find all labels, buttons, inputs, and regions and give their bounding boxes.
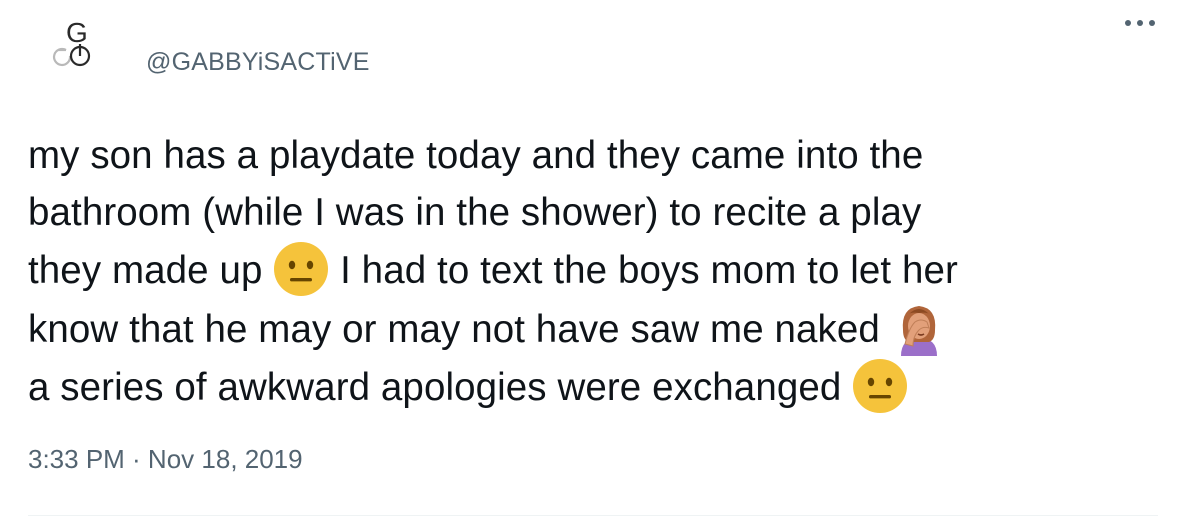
tweet-line-text: they made up — [28, 249, 263, 292]
tweet-line: my son has a playdate today and they cam… — [28, 134, 924, 177]
tweet-text: my son has a playdate today and they cam… — [28, 128, 1178, 417]
tweet-line-text: I had to text the boys mom to let her — [340, 249, 958, 292]
svg-text:G: G — [66, 17, 88, 48]
neutral-face-icon — [852, 358, 908, 414]
tweet-line: they made up I had to text the boys mom … — [28, 241, 1178, 300]
avatar[interactable]: G — [36, 8, 120, 92]
divider — [28, 515, 1158, 516]
gabby-logo-icon: G — [53, 17, 91, 67]
author-handle[interactable]: @GABBYiSACTiVE — [146, 48, 370, 77]
tweet-line-text: a series of awkward apologies were excha… — [28, 366, 842, 409]
tweet-line: a series of awkward apologies were excha… — [28, 358, 1178, 417]
more-options-icon — [1125, 20, 1155, 26]
tweet-line-text: know that he may or may not have saw me … — [28, 307, 880, 351]
tweet-line: know that he may or may not have saw me … — [28, 300, 1178, 359]
tweet-timestamp[interactable]: 3:33 PM · Nov 18, 2019 — [28, 444, 303, 475]
tweet-line: bathroom (while I was in the shower) to … — [28, 190, 922, 234]
woman-facepalming-icon — [891, 300, 947, 356]
neutral-face-icon — [273, 241, 329, 297]
more-options-button[interactable] — [1118, 8, 1162, 38]
